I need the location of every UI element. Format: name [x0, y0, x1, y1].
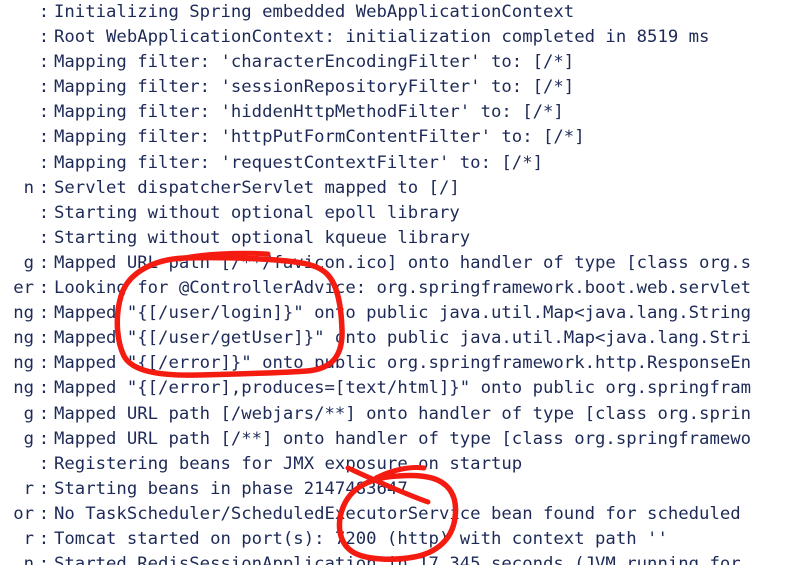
log-line: er: Looking for @ControllerAdvice: org.sp… [0, 276, 800, 301]
log-logger-name: r [23, 478, 34, 499]
log-line: : Mapping filter: 'httpPutFormContentFilt… [0, 125, 800, 150]
log-message: Starting without optional kqueue library [54, 227, 471, 248]
log-message: Mapping filter: 'sessionRepositoryFilter… [54, 77, 575, 98]
log-line: r: Tomcat started on port(s): 7200 (http)… [0, 527, 800, 552]
log-line: : Starting without optional kqueue librar… [0, 226, 800, 251]
log-logger-name: r [23, 528, 34, 549]
log-logger-name: or [13, 503, 34, 524]
log-message: Starting beans in phase 2147483647 [54, 478, 408, 499]
log-line: : Mapping filter: 'sessionRepositoryFilte… [0, 75, 800, 100]
log-logger-name: ng [13, 378, 34, 399]
log-message: Servlet dispatcherServlet mapped to [/] [54, 177, 460, 198]
log-message: Initializing Spring embedded WebApplicat… [54, 2, 575, 22]
log-line: : Root WebApplicationContext: initializat… [0, 25, 800, 50]
log-separator: : [38, 353, 50, 374]
log-line: : Registering beans for JMX exposure on s… [0, 452, 800, 477]
log-separator: : [38, 202, 50, 223]
log-line: : Mapping filter: 'hiddenHttpMethodFilter… [0, 100, 800, 125]
log-line: : Mapping filter: 'characterEncodingFilte… [0, 50, 800, 75]
log-separator: : [38, 428, 50, 449]
log-message: Mapping filter: 'hiddenHttpMethodFilter'… [54, 102, 564, 123]
log-message: Mapped "{[/error],produces=[text/html]}"… [54, 378, 752, 399]
log-line: g: Mapped URL path [/**] onto handler of … [0, 427, 800, 452]
console-window: : Initializing Spring embedded WebApplica… [0, 0, 800, 565]
log-separator: : [38, 27, 50, 48]
log-separator: : [38, 278, 50, 299]
log-separator: : [38, 52, 50, 73]
log-line: n: Started RedisSessionApplication in 17.… [0, 552, 800, 565]
log-line: r: Starting beans in phase 2147483647 [0, 477, 800, 502]
log-line: : Mapping filter: 'requestContextFilter' … [0, 151, 800, 176]
log-line: ng: Mapped "{[/error]}" onto public org.s… [0, 351, 800, 376]
log-line: or: No TaskScheduler/ScheduledExecutorSer… [0, 502, 800, 527]
log-line: ng: Mapped "{[/user/login]}" onto public … [0, 301, 800, 326]
log-separator: : [38, 227, 50, 248]
log-line: g: Mapped URL path [/**/favicon.ico] onto… [0, 251, 800, 276]
log-message: Mapped URL path [/webjars/**] onto handl… [54, 403, 752, 424]
log-line: : Starting without optional epoll library [0, 201, 800, 226]
log-message: Looking for @ControllerAdvice: org.sprin… [54, 278, 752, 299]
log-line: ng: Mapped "{[/user/getUser]}" onto publi… [0, 326, 800, 351]
log-message: Started RedisSessionApplication in 17.34… [54, 554, 752, 565]
log-logger-name: n [23, 177, 34, 198]
log-message: No TaskScheduler/ScheduledExecutorServic… [54, 503, 752, 524]
log-separator: : [38, 554, 50, 565]
log-logger-name: n [23, 554, 34, 565]
log-separator: : [38, 503, 50, 524]
log-logger-name: ng [13, 353, 34, 374]
log-logger-name: g [23, 428, 34, 449]
log-separator: : [38, 453, 50, 474]
log-message: Root WebApplicationContext: initializati… [54, 27, 710, 48]
log-line: : Initializing Spring embedded WebApplica… [0, 0, 800, 25]
log-line: ng: Mapped "{[/error],produces=[text/html… [0, 376, 800, 401]
log-separator: : [38, 177, 50, 198]
log-separator: : [38, 478, 50, 499]
log-separator: : [38, 127, 50, 148]
log-separator: : [38, 252, 50, 273]
log-separator: : [38, 77, 50, 98]
log-message: Mapped URL path [/**/favicon.ico] onto h… [54, 252, 752, 273]
log-logger-name: er [13, 278, 34, 299]
log-message: Mapped URL path [/**] onto handler of ty… [54, 428, 752, 449]
log-message: Tomcat started on port(s): 7200 (http) w… [54, 528, 668, 549]
log-separator: : [38, 152, 50, 173]
log-logger-name: g [23, 403, 34, 424]
log-logger-name: ng [13, 303, 34, 324]
log-message: Mapped "{[/user/getUser]}" onto public j… [54, 328, 752, 349]
log-message: Mapped "{[/error]}" onto public org.spri… [54, 353, 752, 374]
log-message: Mapped "{[/user/login]}" onto public jav… [54, 303, 752, 324]
log-separator: : [38, 102, 50, 123]
log-separator: : [38, 2, 50, 22]
log-separator: : [38, 378, 50, 399]
log-message: Mapping filter: 'characterEncodingFilter… [54, 52, 575, 73]
log-message: Mapping filter: 'requestContextFilter' t… [54, 152, 543, 173]
log-line: n: Servlet dispatcherServlet mapped to [/… [0, 176, 800, 201]
log-logger-name: g [23, 252, 34, 273]
log-output[interactable]: : Initializing Spring embedded WebApplica… [0, 0, 800, 565]
log-message: Mapping filter: 'httpPutFormContentFilte… [54, 127, 585, 148]
log-message: Registering beans for JMX exposure on st… [54, 453, 523, 474]
log-message: Starting without optional epoll library [54, 202, 460, 223]
log-separator: : [38, 403, 50, 424]
log-separator: : [38, 528, 50, 549]
log-separator: : [38, 303, 50, 324]
log-separator: : [38, 328, 50, 349]
log-line: g: Mapped URL path [/webjars/**] onto han… [0, 402, 800, 427]
log-logger-name: ng [13, 328, 34, 349]
